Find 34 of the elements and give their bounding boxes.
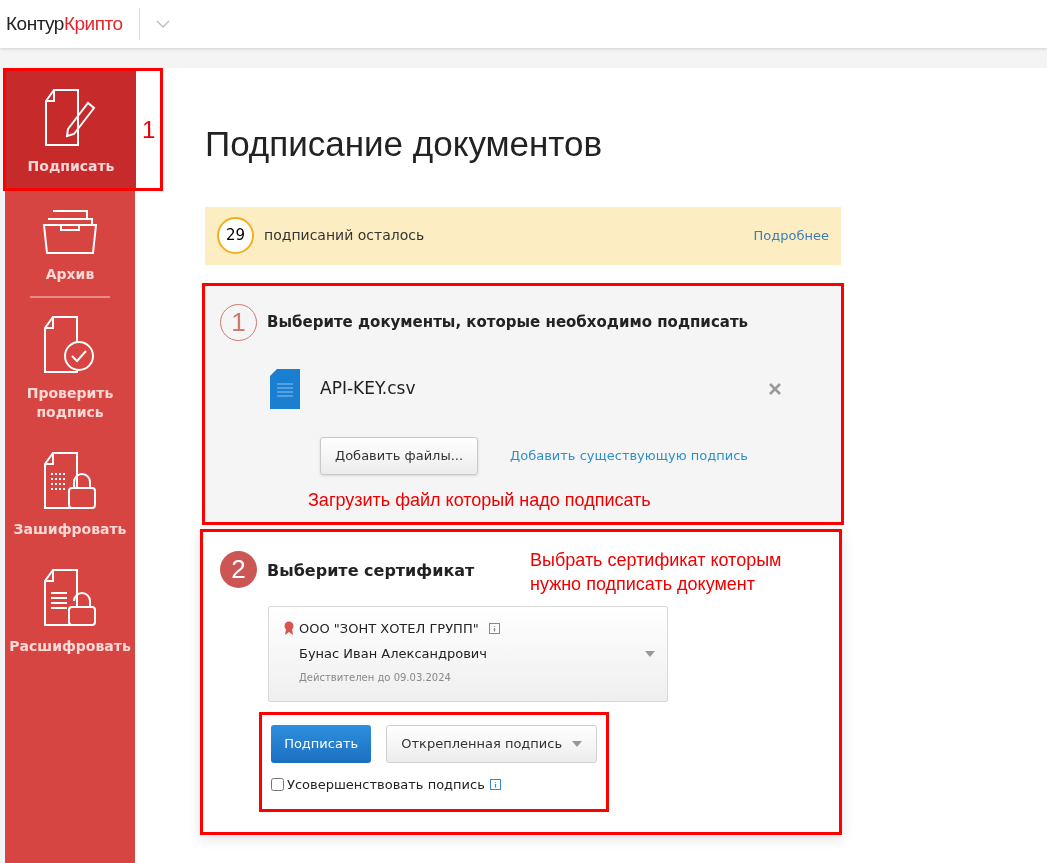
annotation-number: 1 [142, 114, 156, 145]
caret-icon [572, 740, 582, 747]
caret-icon [645, 650, 655, 657]
step-title: Выберите документы, которые необходимо подписать [267, 311, 749, 333]
checkbox-label: Усовершенствовать подпись [287, 775, 485, 794]
file-name: API-KEY.csv [320, 376, 416, 400]
step-number: 2 [220, 550, 257, 588]
add-signature-link[interactable]: Добавить существующую подпись [510, 445, 748, 466]
certificate-icon [283, 621, 295, 636]
info-icon[interactable] [488, 622, 500, 634]
close-icon[interactable] [769, 382, 781, 395]
info-icon[interactable] [489, 778, 501, 790]
enhance-checkbox[interactable] [271, 777, 284, 791]
certificate-select[interactable]: ООО "ЗОНТ ХОТЕЛ ГРУПП" Бунас Иван Александрович Действителен до 09.03.2024 [268, 605, 668, 702]
details-link[interactable]: Подробнее [753, 225, 829, 246]
quota-text: подписаний осталось [264, 226, 425, 245]
annotation-text: Загрузить файл который надо подписать [308, 488, 652, 512]
page-title: Подписание документов [205, 123, 604, 165]
signature-type-select[interactable]: Открепленная подпись [386, 724, 597, 763]
file-icon [270, 368, 300, 409]
tray-icon [41, 207, 99, 257]
add-files-button[interactable]: Добавить файлы... [320, 436, 479, 475]
chevron-down-icon[interactable] [155, 20, 170, 28]
sidebar-item[interactable]: Подписать [6, 71, 136, 188]
document-lock-icon [41, 450, 99, 512]
organization-name: ООО "ЗОНТ ХОТЕЛ ГРУПП" [299, 619, 479, 638]
owner-name: Бунас Иван Александрович [299, 645, 487, 663]
sign-button[interactable]: Подписать [271, 724, 372, 763]
document-unlock-icon [41, 567, 99, 629]
annotation-text: Выбрать сертификат которым нужно подписать документ [530, 548, 783, 596]
quota-count: 29 [217, 217, 254, 254]
app-logo[interactable]: КонтурКрипто [6, 9, 123, 39]
step-title: Выберите сертификат [267, 559, 475, 582]
validity-text: Действителен до 09.03.2024 [299, 670, 452, 685]
